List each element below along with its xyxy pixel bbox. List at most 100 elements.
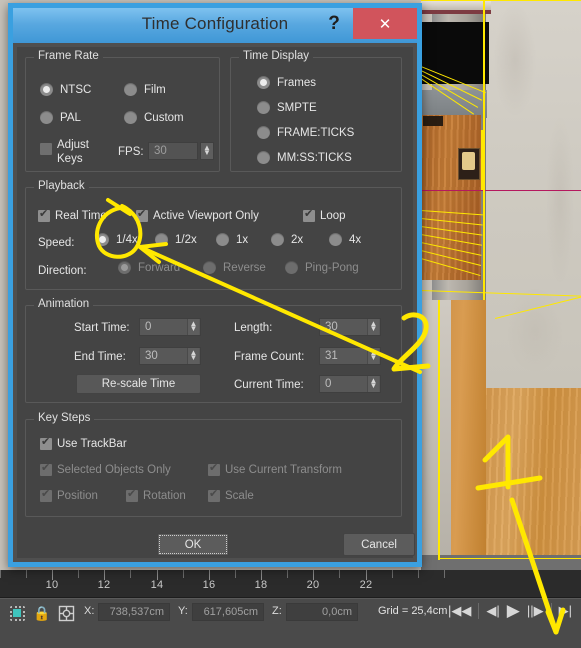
ruler-tick-minor <box>183 570 184 578</box>
fps-label: FPS: <box>118 146 144 158</box>
go-to-start-icon[interactable]: |◀◀ <box>445 602 474 619</box>
ruler-tick-minor <box>130 570 131 578</box>
ruler-label: 14 <box>150 579 164 591</box>
viewport-marble-veins <box>485 0 581 390</box>
playback-legend: Playback <box>34 180 89 192</box>
time-configuration-dialog: Time Configuration ? ✕ Frame Rate NTSC F… <box>8 3 422 567</box>
previous-frame-icon[interactable]: ◀| <box>483 602 502 619</box>
radio-frame-ticks[interactable]: FRAME:TICKS <box>257 126 354 139</box>
spinner-arrows-icon[interactable]: ▲ ▼ <box>187 319 199 335</box>
divider <box>550 602 552 619</box>
spinner-arrows-icon[interactable]: ▲ ▼ <box>367 319 379 335</box>
spinner-arrows-icon[interactable]: ▲ ▼ <box>367 348 379 364</box>
ruler-tick-minor <box>418 570 419 578</box>
current-time-field[interactable]: 0 ▲ ▼ <box>319 375 381 393</box>
help-button[interactable]: ? <box>321 10 347 38</box>
wireframe-line <box>421 0 581 1</box>
status-bar: 🔒 X: 738,537cm Y: 617,605cm Z: 0,0cm Gri… <box>0 598 581 648</box>
selection-lock-icon[interactable] <box>8 604 26 622</box>
checkbox-box-icon <box>40 436 52 450</box>
radio-ntsc[interactable]: NTSC <box>40 83 91 96</box>
spinner-arrows-icon[interactable]: ▲ ▼ <box>367 376 379 392</box>
radio-frames[interactable]: Frames <box>257 76 316 89</box>
radio-dot-icon <box>257 151 270 164</box>
wireframe-line <box>438 300 440 560</box>
z-coordinate-field[interactable]: 0,0cm <box>286 603 358 621</box>
key-steps-legend: Key Steps <box>34 412 95 424</box>
radio-custom[interactable]: Custom <box>124 111 184 124</box>
radio-dot-icon <box>285 261 298 274</box>
lock-icon[interactable]: 🔒 <box>33 604 51 622</box>
frame-count-value: 31 <box>325 350 338 362</box>
radio-speed-quarter[interactable]: 1/4x <box>96 233 138 246</box>
y-coordinate-field[interactable]: 617,605cm <box>192 603 264 621</box>
x-coordinate-field[interactable]: 738,537cm <box>98 603 170 621</box>
end-time-field[interactable]: 30 ▲ ▼ <box>139 347 201 365</box>
absolute-relative-toggle-icon[interactable] <box>57 604 75 622</box>
radio-label: 1x <box>236 233 249 246</box>
checkbox-label: Real Time <box>55 210 107 222</box>
checkbox-loop[interactable]: Loop <box>303 208 346 222</box>
ok-button[interactable]: OK <box>157 533 229 556</box>
fps-field[interactable]: 30 <box>148 142 198 160</box>
checkbox-adjust-keys[interactable]: Adjust Keys <box>40 138 89 166</box>
ruler-tick-minor <box>26 570 27 578</box>
close-button[interactable]: ✕ <box>353 8 417 39</box>
radio-speed-2x[interactable]: 2x <box>271 233 303 246</box>
spinner-arrows-icon[interactable]: ▲ ▼ <box>201 143 213 159</box>
checkbox-label: Selected Objects Only <box>57 464 171 476</box>
viewport-magenta-line <box>421 190 581 191</box>
ruler-tick-minor <box>339 570 340 578</box>
viewport-wood-floor <box>485 388 581 570</box>
radio-mm-ss-ticks[interactable]: MM:SS:TICKS <box>257 151 352 164</box>
rescale-time-button[interactable]: Re-scale Time <box>76 374 201 394</box>
frame-count-field[interactable]: 31 ▲ ▼ <box>319 347 381 365</box>
radio-smpte[interactable]: SMPTE <box>257 101 317 114</box>
spinner-arrows-icon[interactable]: ▲ ▼ <box>187 348 199 364</box>
next-frame-icon[interactable]: ||▶ <box>524 602 547 619</box>
checkbox-scale: Scale <box>208 488 254 502</box>
radio-pal[interactable]: PAL <box>40 111 81 124</box>
viewport-niche-light <box>462 152 475 170</box>
z-coordinate-label: Z: <box>272 605 282 617</box>
checkbox-position: Position <box>40 488 98 502</box>
animation-group: Animation Start Time: 0 ▲ ▼ End Time: 30 … <box>25 298 402 403</box>
cancel-button[interactable]: Cancel <box>343 533 415 556</box>
end-time-value: 30 <box>145 350 158 362</box>
checkbox-box-icon <box>40 488 52 502</box>
go-to-end-icon[interactable]: ▶| <box>556 602 575 619</box>
time-display-legend: Time Display <box>239 50 314 62</box>
radio-dot-icon <box>155 233 168 246</box>
current-time-value: 0 <box>325 378 332 390</box>
start-time-label: Start Time: <box>74 322 130 334</box>
ruler-label: 20 <box>306 579 320 591</box>
time-ruler[interactable]: 10 12 14 16 18 20 22 <box>0 570 581 598</box>
frame-rate-group: Frame Rate NTSC Film PAL Custom Adjust K… <box>25 50 220 172</box>
checkbox-active-viewport-only[interactable]: Active Viewport Only <box>136 208 259 222</box>
checkbox-box-icon <box>38 208 50 222</box>
checkbox-real-time[interactable]: Real Time <box>38 208 107 222</box>
radio-film[interactable]: Film <box>124 83 166 96</box>
checkbox-label: Position <box>57 490 98 502</box>
length-field[interactable]: 30 ▲ ▼ <box>319 318 381 336</box>
radio-speed-4x[interactable]: 4x <box>329 233 361 246</box>
status-row-timetag: ⬢ Add Time Tag ◀▶ 0 ▲▼ <box>0 626 581 648</box>
fps-spinner[interactable]: ▲ ▼ <box>200 142 214 160</box>
radio-dot-icon <box>124 111 137 124</box>
radio-speed-1x[interactable]: 1x <box>216 233 248 246</box>
start-time-field[interactable]: 0 ▲ ▼ <box>139 318 201 336</box>
checkbox-label: Adjust Keys <box>57 139 89 165</box>
play-animation-icon[interactable]: ▶ <box>507 602 520 619</box>
radio-speed-half[interactable]: 1/2x <box>155 233 197 246</box>
checkbox-use-trackbar[interactable]: Use TrackBar <box>40 436 127 450</box>
checkbox-label: Scale <box>225 490 254 502</box>
dialog-titlebar[interactable]: Time Configuration ? ✕ <box>13 8 417 43</box>
ruler-label: 16 <box>202 579 216 591</box>
current-time-label: Current Time: <box>234 379 304 391</box>
radio-label: Frames <box>277 76 316 89</box>
checkbox-rotation: Rotation <box>126 488 186 502</box>
checkbox-box-icon <box>303 208 315 222</box>
radio-dot-icon <box>118 261 131 274</box>
radio-label: 4x <box>349 233 362 246</box>
status-row-coordinates: 🔒 X: 738,537cm Y: 617,605cm Z: 0,0cm Gri… <box>0 599 581 626</box>
